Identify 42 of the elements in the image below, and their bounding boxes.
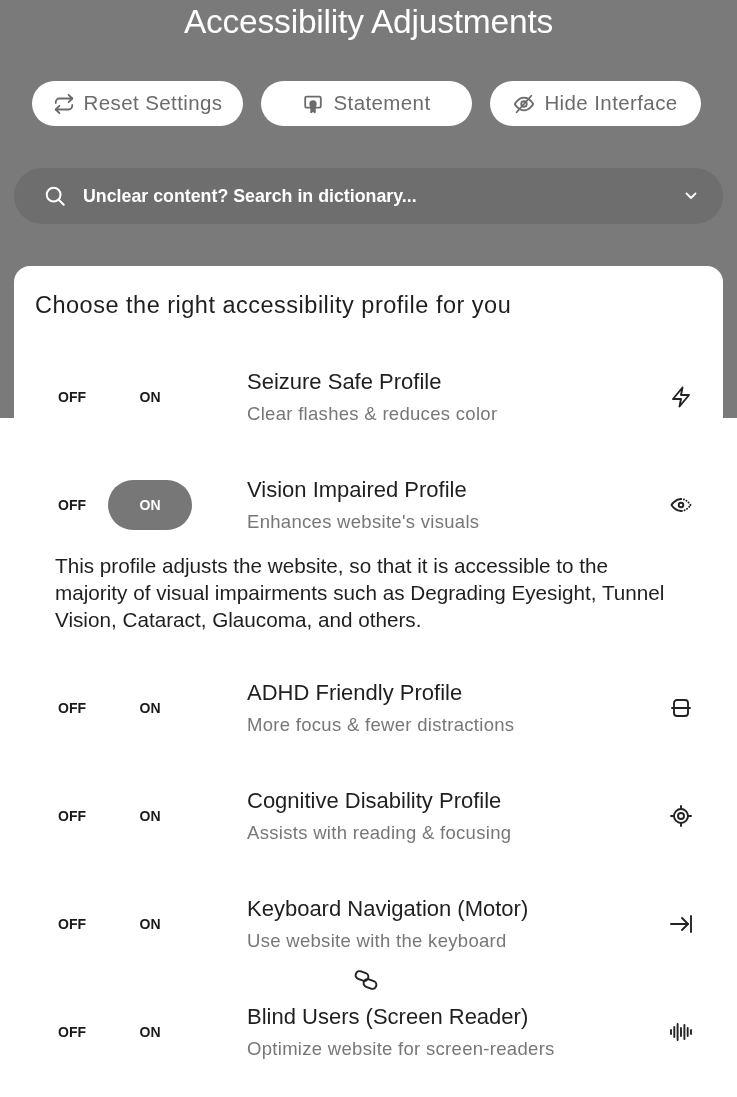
arrow-to-bar-icon [669,912,693,936]
profile-title: ADHD Friendly Profile [247,680,464,705]
profile-title: Vision Impaired Profile [247,477,468,502]
link-icon [354,969,378,991]
panel-title: Accessibility Adjustments [182,3,555,41]
profile-title: Cognitive Disability Profile [247,788,503,813]
on-option[interactable]: ON [108,480,192,530]
target-icon [669,804,693,828]
profile-title: Seizure Safe Profile [247,369,443,394]
split-square-icon [669,696,693,720]
profile-subtitle: Use website with the keyboard [247,930,508,952]
profile-subtitle: Optimize website for screen-readers [247,1038,556,1060]
profile-subtitle: Assists with reading & focusing [247,822,513,844]
action-button[interactable]: Reset Settings [32,81,243,126]
on-option[interactable]: ON [108,1007,192,1057]
profile-subtitle: More focus & fewer distractions [247,714,516,736]
search-bar[interactable]: Unclear content? Search in dictionary... [14,168,723,224]
eye-slash-icon [513,92,536,115]
on-option[interactable]: ON [108,372,192,422]
search-input[interactable]: Unclear content? Search in dictionary... [83,182,685,210]
chevron-down-icon [685,192,697,200]
profile-description: This profile adjusts the website, so that it is accessible to the majority of visual impairments such as Degrading Eyesight, Tunnel Vision, Cataract, Glaucoma, and others. [55,553,666,633]
card-heading: Choose the right accessibility profile for you [34,291,513,319]
profile-subtitle: Clear flashes & reduces color [247,403,499,425]
off-option[interactable]: OFF [36,480,108,530]
sound-wave-icon [669,1020,693,1044]
off-option[interactable]: OFF [36,1007,108,1057]
off-option[interactable]: OFF [36,683,108,733]
profile-title: Blind Users (Screen Reader) [247,1004,530,1029]
off-option[interactable]: OFF [36,791,108,841]
on-option[interactable]: ON [108,683,192,733]
search-icon [44,185,66,207]
profile-subtitle: Enhances website's visuals [247,511,481,533]
on-option[interactable]: ON [108,899,192,949]
repeat-arrows-icon [52,92,75,115]
profile-title: Keyboard Navigation (Motor) [247,896,530,921]
action-button[interactable]: Hide Interface [490,81,701,126]
off-option[interactable]: OFF [36,372,108,422]
on-option[interactable]: ON [108,791,192,841]
lightning-bolt-icon [669,385,693,409]
action-button[interactable]: Statement [261,81,472,126]
off-option[interactable]: OFF [36,899,108,949]
